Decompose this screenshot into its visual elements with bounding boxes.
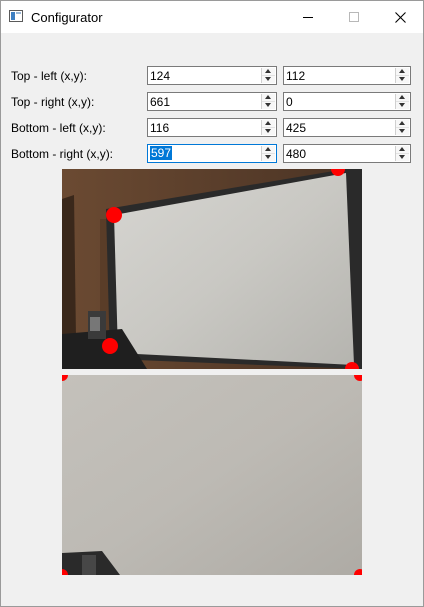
top-left-y-input[interactable] — [285, 68, 394, 83]
bottom-left-y-spinbox[interactable] — [283, 118, 411, 137]
source-image-preview[interactable] — [62, 169, 362, 369]
spin-up-icon[interactable] — [262, 120, 275, 128]
maximize-icon — [349, 12, 359, 22]
spin-down-icon[interactable] — [262, 102, 275, 109]
bottom-left-x-input[interactable] — [149, 120, 260, 135]
spin-up-icon[interactable] — [262, 146, 275, 154]
configurator-window: Configurator Top - left (x,y): Top - rig… — [0, 0, 424, 607]
app-window-icon — [9, 10, 23, 22]
close-icon — [394, 11, 406, 23]
warped-image — [62, 375, 362, 575]
bottom-right-x-input[interactable]: 597 — [150, 146, 173, 160]
spin-up-icon[interactable] — [396, 120, 409, 128]
title-bar[interactable]: Configurator — [1, 1, 423, 33]
spin-up-icon[interactable] — [396, 68, 409, 76]
top-right-x-spinbox[interactable] — [147, 92, 277, 111]
spin-down-icon[interactable] — [262, 128, 275, 135]
top-left-x-input[interactable] — [149, 68, 260, 83]
top-right-x-input[interactable] — [149, 94, 260, 109]
spin-down-icon[interactable] — [396, 102, 409, 109]
top-left-x-spinbox[interactable] — [147, 66, 277, 85]
top-right-label: Top - right (x,y): — [11, 95, 95, 109]
window-title: Configurator — [31, 10, 103, 25]
spin-down-icon[interactable] — [262, 76, 275, 83]
spin-up-icon[interactable] — [396, 94, 409, 102]
bottom-left-x-spinbox[interactable] — [147, 118, 277, 137]
spin-down-icon[interactable] — [396, 154, 409, 161]
spin-down-icon[interactable] — [396, 76, 409, 83]
top-left-label: Top - left (x,y): — [11, 69, 88, 83]
top-right-y-spinbox[interactable] — [283, 92, 411, 111]
spin-up-icon[interactable] — [262, 68, 275, 76]
bottom-right-y-spinbox[interactable] — [283, 144, 411, 163]
bottom-right-y-input[interactable] — [285, 146, 394, 161]
bottom-left-label: Bottom - left (x,y): — [11, 121, 106, 135]
spin-up-icon[interactable] — [262, 94, 275, 102]
corner-marker-top-left[interactable] — [106, 207, 122, 223]
minimize-button[interactable] — [285, 1, 331, 33]
spin-down-icon[interactable] — [262, 154, 275, 161]
source-image — [62, 169, 362, 369]
minimize-icon — [303, 17, 313, 18]
bottom-right-x-spinbox[interactable]: 597 — [147, 144, 277, 163]
corner-marker-bottom-left[interactable] — [102, 338, 118, 354]
warped-image-preview — [62, 375, 362, 575]
close-button[interactable] — [377, 1, 423, 33]
bottom-right-label: Bottom - right (x,y): — [11, 147, 114, 161]
top-right-y-input[interactable] — [285, 94, 394, 109]
maximize-button[interactable] — [331, 1, 377, 33]
top-left-y-spinbox[interactable] — [283, 66, 411, 85]
spin-up-icon[interactable] — [396, 146, 409, 154]
spin-down-icon[interactable] — [396, 128, 409, 135]
bottom-left-y-input[interactable] — [285, 120, 394, 135]
